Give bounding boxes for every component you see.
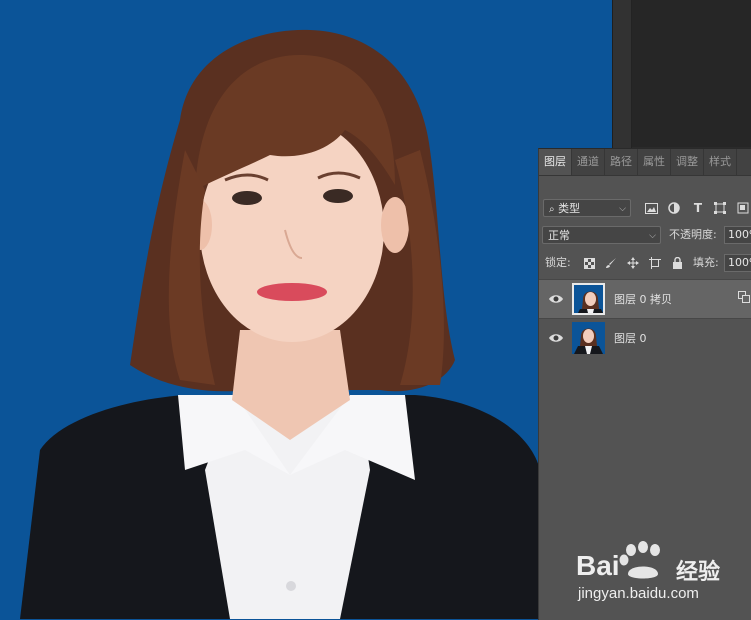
tab-adjustments[interactable]: 调整 xyxy=(671,149,704,175)
watermark-brand-left: Bai xyxy=(576,550,620,581)
tab-styles[interactable]: 样式 xyxy=(704,149,737,175)
tab-layers[interactable]: 图层 xyxy=(539,149,572,175)
watermark-brand-right: 经验 xyxy=(676,560,721,585)
blend-mode-dropdown[interactable]: 正常 ⌵ xyxy=(542,226,661,244)
baidu-jingyan-watermark: Bai 经验 jingyan.baidu.com xyxy=(576,540,751,610)
filter-row: ⌕ 类型 ⌵ T xyxy=(539,198,751,218)
tab-channels[interactable]: 通道 xyxy=(572,149,605,175)
blend-mode-value: 正常 xyxy=(548,229,570,242)
tab-properties[interactable]: 属性 xyxy=(638,149,671,175)
upper-panel-area xyxy=(632,0,751,147)
lock-label: 锁定: xyxy=(545,256,571,269)
visibility-eye-icon[interactable] xyxy=(548,292,564,306)
fill-label: 填充: xyxy=(693,256,719,269)
filter-kind-label: 类型 xyxy=(558,202,581,215)
lock-icon[interactable] xyxy=(669,255,685,271)
opacity-input[interactable]: 100% xyxy=(724,226,751,244)
watermark-url: jingyan.baidu.com xyxy=(578,585,699,602)
layer-thumbnail xyxy=(572,283,605,315)
portrait-photo xyxy=(0,0,612,619)
layer-row-copy[interactable]: 图层 0 拷贝 xyxy=(539,279,751,318)
opacity-label: 不透明度: xyxy=(669,228,717,241)
move-icon[interactable] xyxy=(625,255,641,271)
layer-name[interactable]: 图层 0 拷贝 xyxy=(614,291,672,307)
filter-kind-dropdown[interactable]: ⌕ 类型 ⌵ xyxy=(543,199,631,217)
layer-thumbnail xyxy=(572,322,605,354)
tab-paths[interactable]: 路径 xyxy=(605,149,638,175)
brush-icon[interactable] xyxy=(603,255,619,271)
lock-transparency-icon[interactable] xyxy=(581,255,597,271)
lock-fill-row: 锁定: 填充: 100% xyxy=(539,253,751,273)
type-layer-filter-icon[interactable]: T xyxy=(690,200,706,216)
adjustment-layer-filter-icon[interactable] xyxy=(666,200,682,216)
document-canvas[interactable] xyxy=(0,0,612,619)
smart-object-filter-icon[interactable] xyxy=(735,200,751,216)
pixel-layer-filter-icon[interactable] xyxy=(643,200,659,216)
shape-layer-filter-icon[interactable] xyxy=(712,200,728,216)
chevron-down-icon: ⌵ xyxy=(649,231,656,241)
artboard-icon[interactable] xyxy=(647,255,663,271)
panel-tab-bar: 图层 通道 路径 属性 调整 样式 xyxy=(539,149,751,176)
search-icon: ⌕ xyxy=(549,204,555,215)
visibility-eye-icon[interactable] xyxy=(548,331,564,345)
layer-row-original[interactable]: 图层 0 xyxy=(539,318,751,357)
chevron-down-icon: ⌵ xyxy=(619,204,626,214)
smart-object-badge-icon xyxy=(738,291,750,303)
fill-input[interactable]: 100% xyxy=(724,254,751,272)
blend-opacity-row: 正常 ⌵ 不透明度: 100% xyxy=(539,225,751,245)
layer-name[interactable]: 图层 0 xyxy=(614,330,647,346)
